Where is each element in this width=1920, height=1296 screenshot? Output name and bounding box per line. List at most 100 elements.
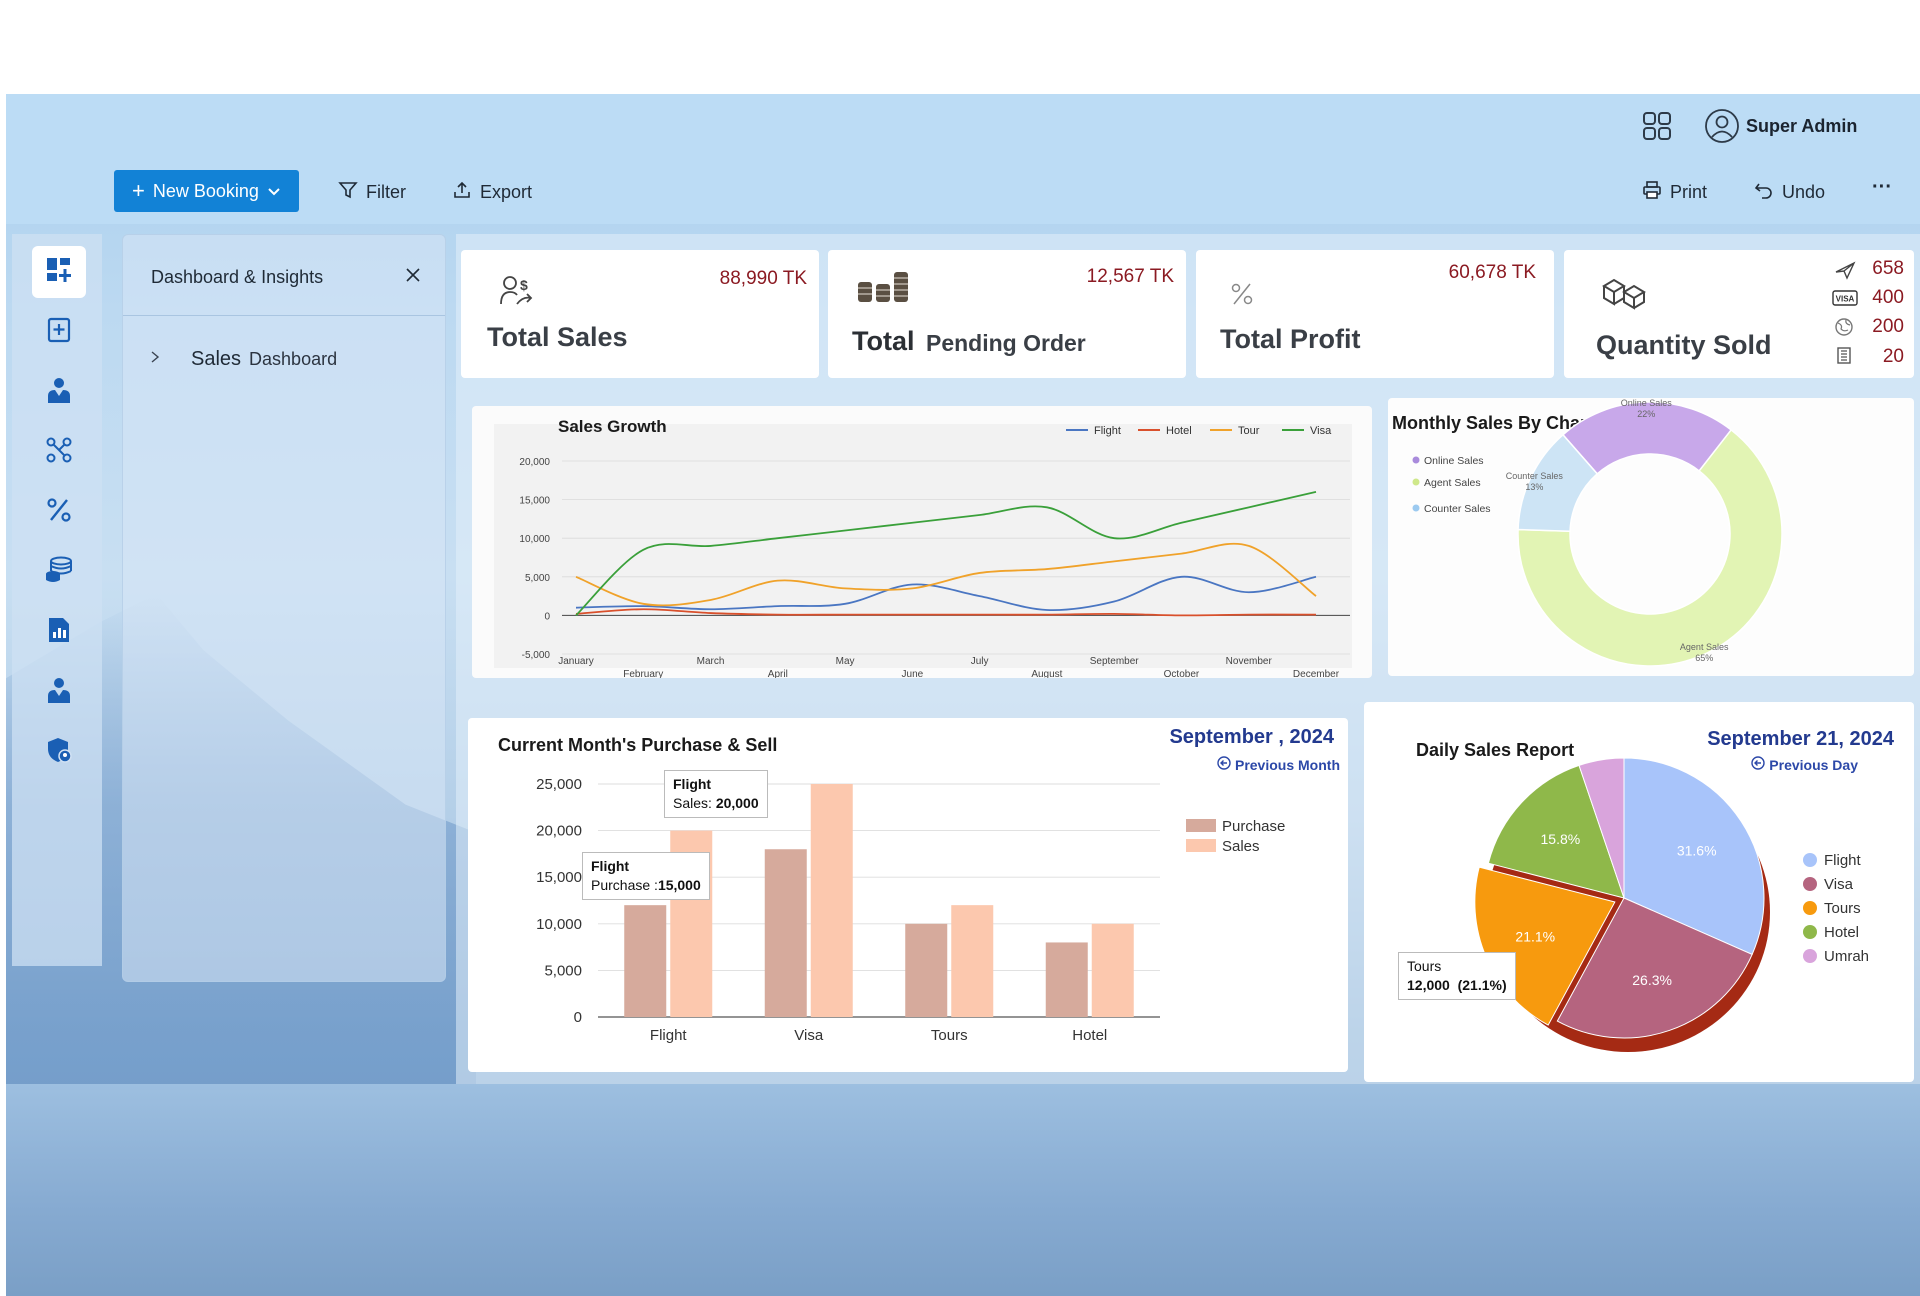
slice-percent: 13% — [1525, 482, 1543, 492]
plus-icon: + — [132, 178, 145, 203]
rail-reports[interactable] — [32, 606, 86, 658]
coins-stack-icon — [44, 556, 74, 589]
legend-dot — [1803, 853, 1817, 867]
export-label: Export — [480, 182, 533, 202]
legend-dot — [1412, 456, 1420, 464]
legend-label: Sales — [1222, 838, 1260, 855]
legend-label: Tours — [1824, 900, 1861, 917]
network-icon — [45, 436, 73, 469]
new-booking-label: New Booking — [152, 180, 259, 201]
legend-label: Visa — [1310, 425, 1332, 437]
kpi-total-profit[interactable]: 60,678 TK Total Profit — [1196, 250, 1554, 378]
user-name[interactable]: Super Admin — [1746, 116, 1857, 137]
new-booking-button[interactable]: + New Booking — [114, 170, 299, 212]
svg-text:$: $ — [520, 277, 528, 293]
rail-network[interactable] — [32, 426, 86, 478]
slice-percent: 21.1% — [1515, 929, 1555, 945]
x-tick-label: December — [1293, 669, 1340, 678]
chevron-down-icon — [267, 181, 281, 202]
rail-booking[interactable] — [32, 306, 86, 358]
slice-percent: 22% — [1637, 409, 1655, 419]
rail-dashboard[interactable] — [32, 246, 86, 298]
y-tick-label: 10,000 — [536, 916, 582, 933]
add-book-icon — [45, 316, 73, 349]
period-label: September , 2024 — [1169, 726, 1334, 748]
panel-title: Dashboard & Insights — [151, 267, 324, 287]
bar-sales-visa — [810, 784, 853, 1017]
chevron-right-icon — [149, 350, 161, 369]
y-tick-label: 15,000 — [536, 869, 582, 886]
legend-label: Hotel — [1824, 924, 1859, 941]
icon-rail — [12, 234, 102, 966]
export-button[interactable]: Export — [452, 180, 532, 205]
total-sales-value: 88,990 TK — [719, 268, 807, 289]
legend-label: Flight — [1094, 425, 1121, 437]
print-label: Print — [1670, 182, 1708, 202]
dashboard-add-icon — [45, 256, 73, 289]
percent-icon — [45, 496, 73, 529]
print-button[interactable]: Print — [1642, 180, 1707, 205]
users-dollar-icon: $ — [499, 274, 535, 313]
x-tick-label: April — [768, 669, 788, 678]
tooltip-label: Purchase : — [591, 877, 658, 893]
tour-qty: 200 — [1872, 316, 1904, 337]
previous-day-link[interactable]: Previous Day — [1751, 756, 1858, 773]
sales-growth-card: Sales Growth 20,000 15,000 10,000 5,000 0 -5,… — [472, 406, 1372, 680]
rail-commission[interactable] — [32, 486, 86, 538]
filter-button[interactable]: Filter — [338, 180, 406, 205]
purchase-tooltip: Flight Purchase :15,000 — [582, 852, 710, 900]
more-options-button[interactable]: ··· — [1872, 176, 1892, 199]
plane-icon — [1834, 260, 1856, 285]
slice-label: Agent Sales — [1680, 642, 1729, 652]
tooltip-label: Sales: — [673, 795, 712, 811]
slice-label: Counter Sales — [1506, 471, 1564, 481]
previous-month-label: Previous Month — [1234, 756, 1340, 773]
x-tick-label: Hotel — [1072, 1027, 1107, 1044]
close-icon[interactable] — [401, 263, 425, 287]
slice-label: Online Sales — [1621, 398, 1673, 408]
total-profit-title: Total Profit — [1220, 324, 1361, 354]
kpi-quantity-sold[interactable]: Quantity Sold 658 VISA 400 200 20 — [1564, 250, 1914, 378]
pending-title-rest: Pending Order — [926, 330, 1086, 356]
previous-day-label: Previous Day — [1769, 756, 1858, 773]
y-tick-label: 10,000 — [519, 534, 550, 545]
boxes-icon — [1600, 276, 1648, 315]
x-tick-label: March — [697, 656, 725, 667]
bar-purchase-hotel — [1045, 942, 1088, 1017]
y-tick-label: 20,000 — [536, 823, 582, 840]
visa-qty: 400 — [1872, 287, 1904, 308]
filter-label: Filter — [366, 182, 406, 202]
user-avatar-icon[interactable] — [1702, 106, 1742, 146]
x-tick-label: October — [1164, 669, 1200, 678]
slice-percent: 26.3% — [1632, 972, 1672, 988]
slice-percent: 15.8% — [1541, 831, 1581, 847]
printer-icon — [1642, 180, 1662, 205]
globe-tour-icon — [1834, 317, 1854, 342]
kpi-pending-order[interactable]: 12,567 TK Total Pending Order — [828, 250, 1186, 378]
total-profit-value: 60,678 TK — [1448, 262, 1536, 283]
slice-percent: 65% — [1695, 653, 1713, 663]
kpi-total-sales[interactable]: $ 88,990 TK Total Sales — [461, 250, 819, 378]
y-tick-label: 0 — [544, 611, 550, 622]
tooltip-value: 12,000 (21.1%) — [1407, 977, 1507, 993]
bar-purchase-flight — [624, 905, 667, 1017]
dashboard-word: Dashboard — [249, 348, 338, 369]
apps-grid-icon[interactable] — [1638, 108, 1676, 144]
undo-button[interactable]: Undo — [1754, 180, 1825, 205]
previous-month-link[interactable]: Previous Month — [1217, 756, 1340, 773]
legend-label: Counter Sales — [1424, 503, 1491, 515]
rail-accounts[interactable] — [32, 546, 86, 598]
flight-qty: 658 — [1872, 258, 1904, 279]
rail-security[interactable] — [32, 726, 86, 778]
legend-label: Tour — [1238, 425, 1260, 437]
x-tick-label: February — [623, 669, 663, 678]
pending-order-value: 12,567 TK — [1086, 266, 1174, 287]
y-tick-label: 0 — [574, 1009, 582, 1026]
agent-icon — [45, 376, 73, 409]
x-tick-label: Tours — [931, 1027, 968, 1044]
tooltip-value: 15,000 — [657, 877, 701, 893]
rail-agents[interactable] — [32, 366, 86, 418]
rail-users[interactable] — [32, 666, 86, 718]
x-tick-label: September — [1090, 656, 1140, 667]
sales-dashboard-item[interactable]: Sales Dashboard — [143, 343, 433, 375]
